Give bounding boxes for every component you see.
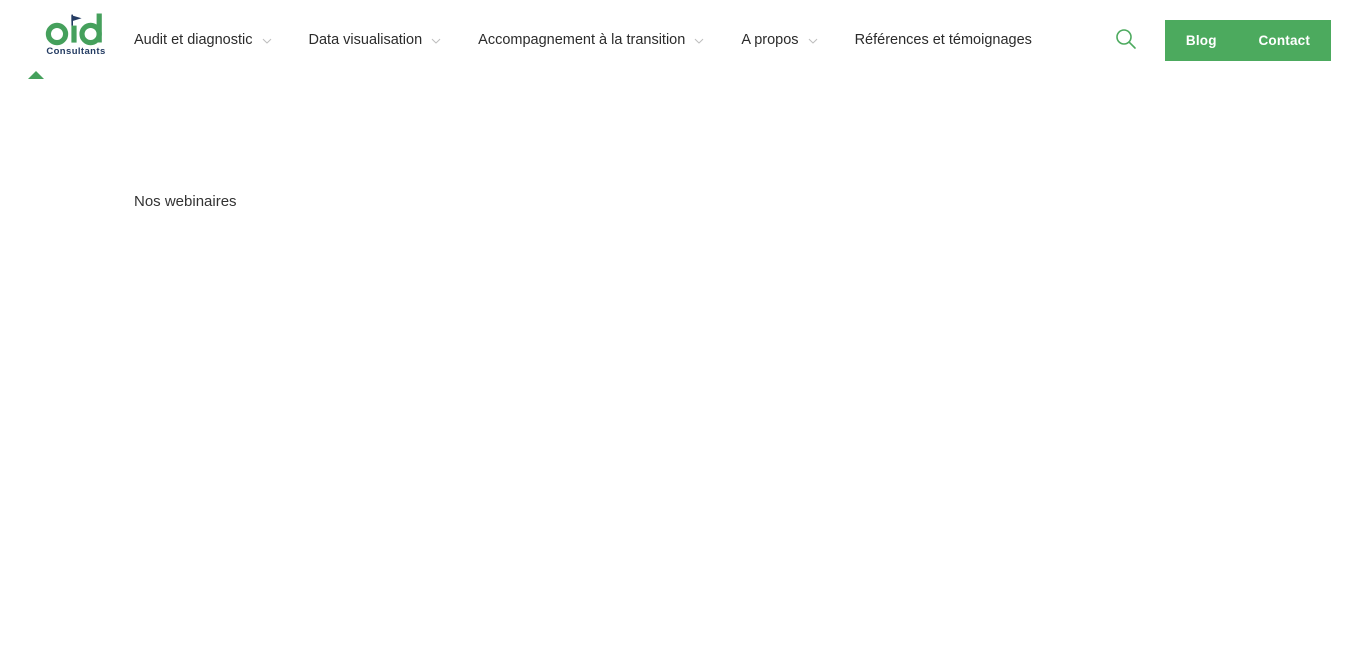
page-title: Nos webinaires [134,193,237,210]
site-logo[interactable]: Consultants [45,12,109,58]
page-content-area [0,241,1366,651]
triangle-up-icon[interactable] [28,71,44,79]
nav-item-audit-et-diagnostic[interactable]: Audit et diagnostic [134,0,271,81]
site-header: Consultants Audit et diagnostic Data vis… [0,0,1366,81]
page-main: Nos webinaires [0,81,1366,651]
oid-logo-icon [45,12,107,46]
contact-button[interactable]: Contact [1254,28,1314,54]
blog-button[interactable]: Blog [1182,28,1221,54]
nav-item-accompagnement-a-la-transition[interactable]: Accompagnement à la transition [478,0,704,81]
chevron-down-icon [262,36,271,45]
main-navigation: Audit et diagnostic Data visualisation A… [134,0,1032,81]
logo-subtitle: Consultants [46,46,106,57]
nav-item-label: Data visualisation [308,32,423,49]
header-cta-block: Blog Contact [1165,20,1331,61]
nav-item-label: Accompagnement à la transition [478,32,686,49]
chevron-down-icon [431,36,441,45]
nav-item-references-et-temoignages[interactable]: Références et témoignages [855,0,1032,81]
search-button[interactable] [1112,26,1140,54]
chevron-down-icon [694,36,704,45]
nav-item-label: Audit et diagnostic [134,32,253,49]
nav-item-label: A propos [741,32,799,49]
search-icon [1114,27,1138,54]
chevron-down-icon [808,36,817,45]
nav-item-label: Références et témoignages [854,32,1032,49]
nav-item-data-visualisation[interactable]: Data visualisation [309,0,441,81]
nav-item-a-propos[interactable]: A propos [741,0,817,81]
